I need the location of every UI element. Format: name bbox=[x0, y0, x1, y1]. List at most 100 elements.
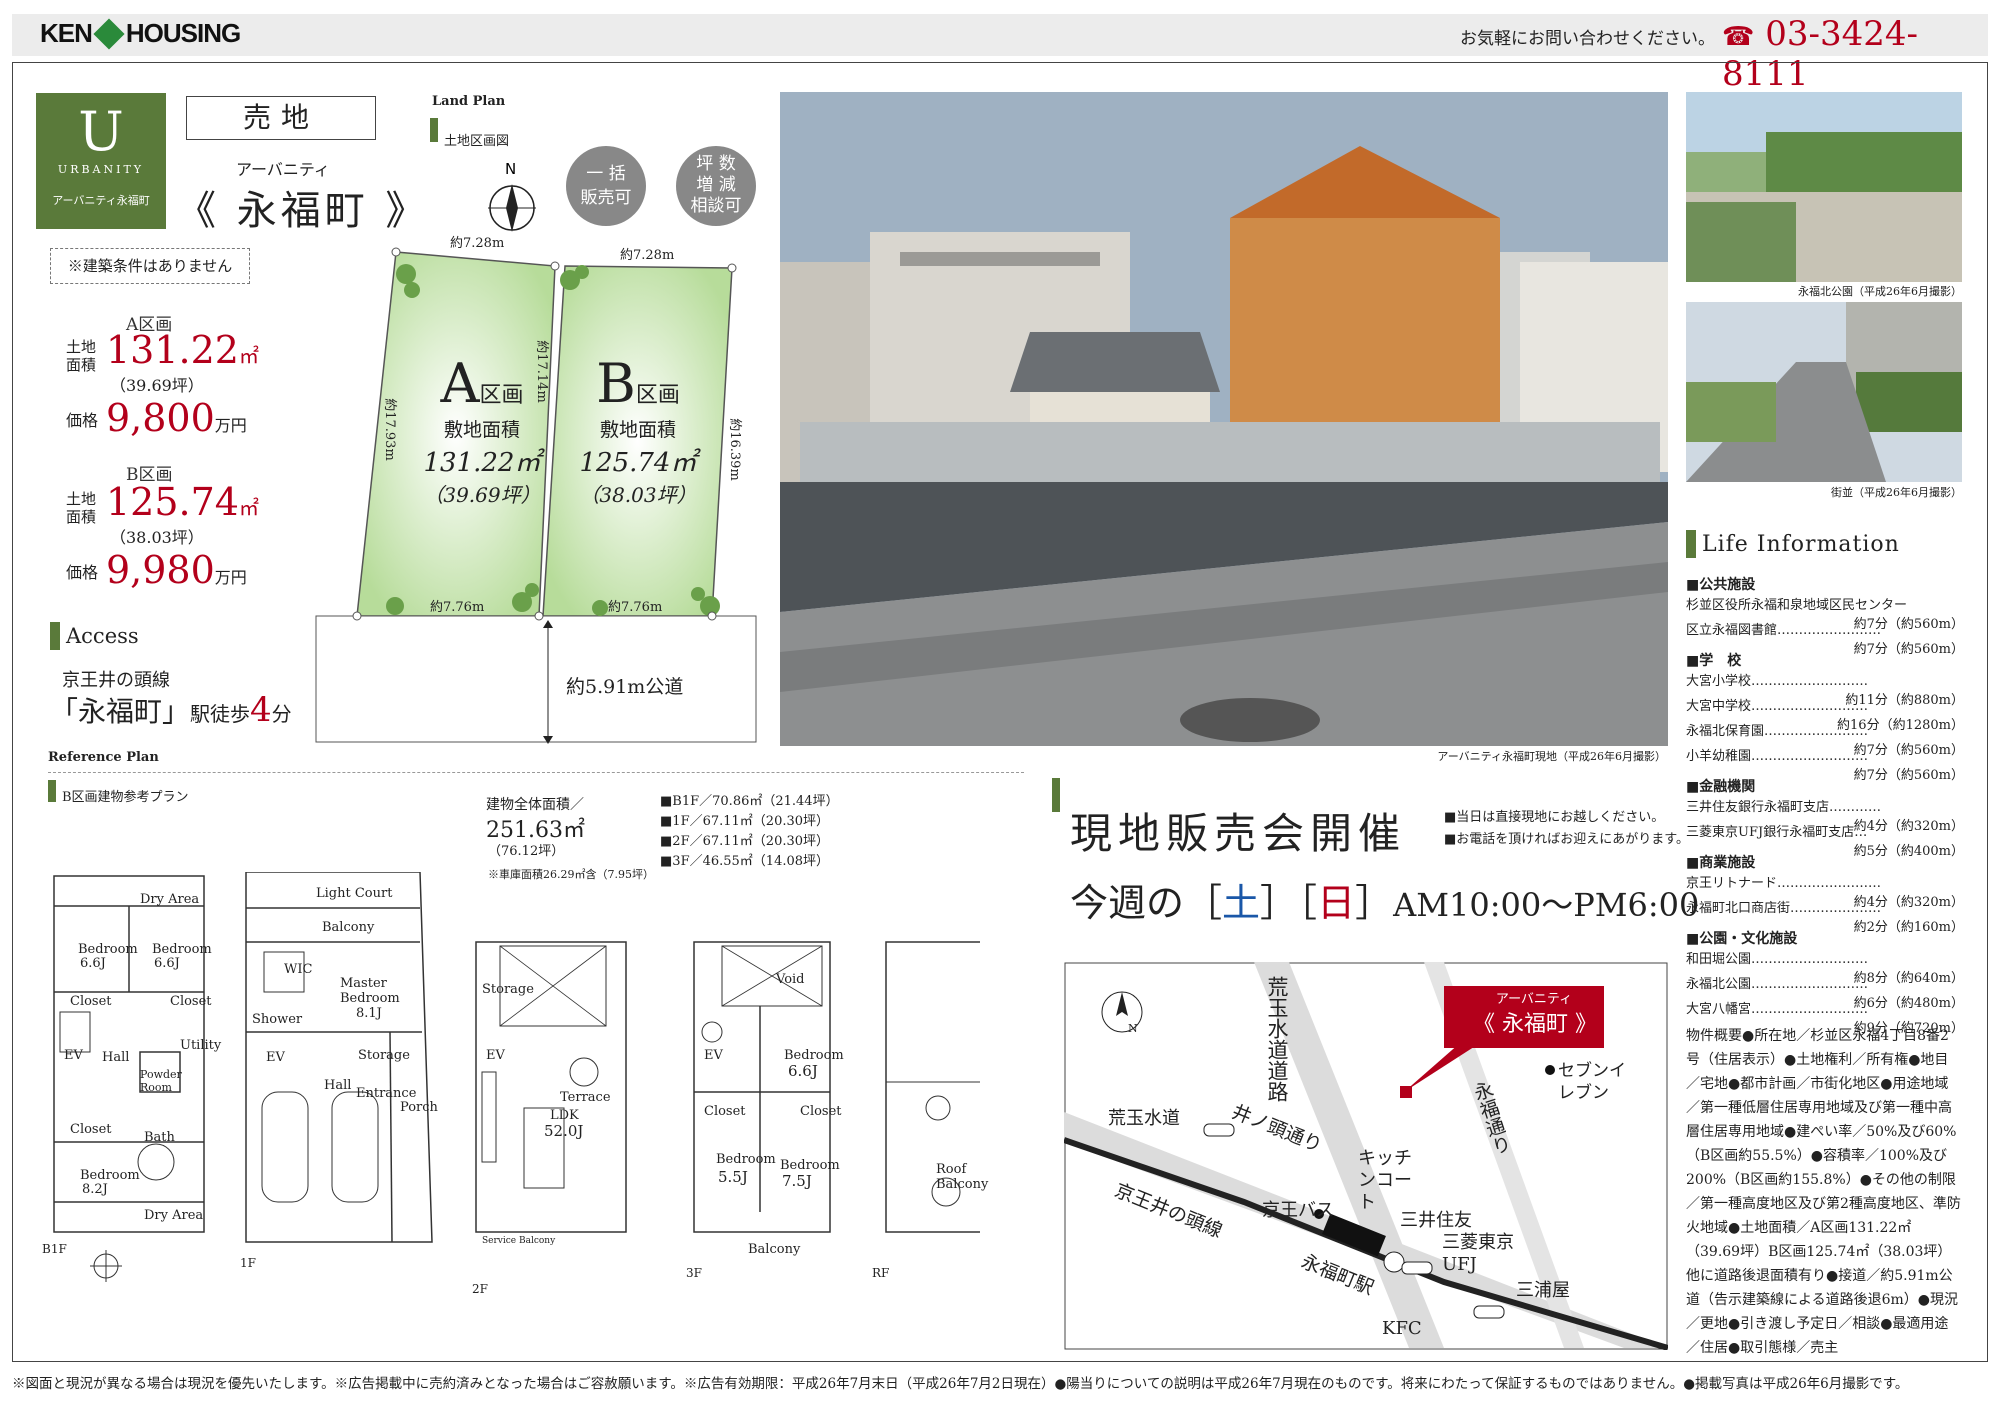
room-label: EV bbox=[486, 1048, 505, 1063]
reference-subheading: B区画建物参考プラン bbox=[62, 790, 189, 805]
map-label-kitchen-court: キッチンコート bbox=[1358, 1148, 1412, 1213]
room-label: Storage bbox=[358, 1048, 410, 1063]
ken-housing-logo[interactable]: KEN HOUSING bbox=[40, 18, 241, 50]
room-label: Service Balcony bbox=[482, 1236, 556, 1246]
room-label: Bedroom bbox=[152, 942, 212, 957]
life-group: ■公共施設 杉並区役所永福和泉地域区民センター 約7分（約560m） 区立永福図書… bbox=[1686, 577, 1964, 657]
room-label: EV bbox=[704, 1048, 723, 1063]
room-label: Void bbox=[776, 972, 805, 987]
reference-heading: Reference Plan bbox=[48, 750, 159, 765]
map-label-aratama: 荒玉水道 bbox=[1108, 1108, 1180, 1129]
urbanity-badge: U URBANITY アーバニティ永福町 bbox=[36, 93, 166, 229]
floor-plan-labels: Dry Area Bedroom 6.6J Bedroom 6.6J Close… bbox=[40, 872, 988, 1296]
life-heading: Life Information bbox=[1702, 532, 1900, 557]
room-label: Bedroom bbox=[80, 1168, 140, 1183]
room-label: Bedroom bbox=[780, 1158, 840, 1173]
room-label: Roof Balcony bbox=[936, 1162, 989, 1192]
life-group: ■金融機関 三井住友銀行永福町支店………… 約4分（約320m） 三菱東京UFJ銀… bbox=[1686, 779, 1964, 859]
dim-bottom-b: 約7.76m bbox=[608, 600, 663, 615]
map-label-smbc: 三井住友 bbox=[1400, 1210, 1472, 1231]
footer-disclaimer: ※図面と現況が異なる場合は現況を優先いたします。※広告掲載中に売約済みとなった場… bbox=[12, 1376, 1909, 1392]
street-photo bbox=[1686, 302, 1962, 482]
map-pin-ruby: アーバニティ bbox=[1495, 992, 1573, 1007]
room-label: Balcony bbox=[322, 920, 375, 935]
room-label: Storage bbox=[482, 982, 534, 997]
lot-a-label: A区画 敷地面積 131.22㎡ （39.69坪） bbox=[423, 352, 541, 507]
logo-diamond-icon bbox=[93, 18, 125, 50]
map-label-mufg: 三菱東京UFJ bbox=[1442, 1232, 1514, 1275]
access-heading: Access bbox=[66, 624, 139, 648]
dim-left-a: 約17.93m bbox=[381, 398, 397, 461]
room-label: Powder Room bbox=[140, 1068, 182, 1094]
floor-label: B1F bbox=[42, 1242, 67, 1256]
room-label: Closet bbox=[70, 1122, 112, 1137]
floor-label: RF bbox=[872, 1266, 890, 1280]
room-label: EV bbox=[266, 1050, 285, 1065]
room-label: EV bbox=[64, 1048, 83, 1063]
map-label-kfc: KFC bbox=[1382, 1318, 1422, 1339]
room-label: Dry Area bbox=[144, 1208, 204, 1223]
property-overview: 物件概要●所在地／杉並区永福4丁目8番2号（住居表示）●土地権利／所有権●地目／… bbox=[1686, 1028, 1961, 1356]
room-label: 52.0J bbox=[544, 1122, 584, 1140]
floor-area-item: ■1F／67.11㎡（20.30坪） bbox=[660, 814, 830, 829]
map-label-seven-eleven: セブンイレブン bbox=[1558, 1061, 1626, 1103]
map-label-keio-bus: 京王バス bbox=[1262, 1200, 1334, 1221]
lot-b-price-label: 価格 bbox=[66, 563, 99, 582]
park-photo bbox=[1686, 92, 1962, 282]
lot-a-area: 131.22㎡ bbox=[106, 328, 259, 372]
floor-area-item: ■3F／46.55㎡（14.08坪） bbox=[660, 854, 830, 869]
room-label: Porch bbox=[400, 1100, 438, 1115]
floor-area-item: ■2F／67.11㎡（20.30坪） bbox=[660, 834, 830, 849]
map-north-label: N bbox=[1128, 1022, 1138, 1035]
room-label: 8.2J bbox=[82, 1182, 108, 1197]
room-label: 8.1J bbox=[356, 1006, 382, 1021]
inquiry-text: お気軽にお問い合わせください。 bbox=[1460, 29, 1715, 49]
life-marker bbox=[1686, 530, 1696, 558]
room-label: 7.5J bbox=[782, 1172, 812, 1190]
landplan-heading: Land Plan bbox=[432, 94, 506, 109]
lot-a-tsubo: （39.69坪） bbox=[110, 376, 204, 395]
total-tsubo: （76.12坪） bbox=[488, 844, 565, 859]
site-photo-caption: アーバニティ永福町現地（平成26年6月撮影） bbox=[1437, 750, 1666, 763]
signal-icon bbox=[1473, 1305, 1505, 1319]
event-marker bbox=[1052, 778, 1060, 812]
room-label: Bedroom bbox=[78, 942, 138, 957]
life-group: ■商業施設 京王リトナード…………………… 約4分（約320m） 永福町北口商店街… bbox=[1686, 855, 1964, 935]
dim-top-a: 約7.28m bbox=[450, 236, 505, 251]
room-label: Hall bbox=[324, 1078, 352, 1093]
list-item: 杉並区役所永福和泉地域区民センター 約7分（約560m） bbox=[1686, 598, 1964, 632]
event-schedule: 今週の［土］［日］AM10:00～PM6:00 bbox=[1070, 881, 1700, 925]
dim-bottom-a: 約7.76m bbox=[430, 600, 485, 615]
event-note-2: ■お電話を頂ければお迎えにあがります。 bbox=[1444, 832, 1689, 847]
event-note-1: ■当日は直接現地にお越しください。 bbox=[1444, 810, 1665, 825]
signal-icon bbox=[1203, 1123, 1235, 1137]
site-photo bbox=[780, 92, 1668, 746]
floor-area-list: ■B1F／70.86㎡（21.44坪） ■1F／67.11㎡（20.30坪） ■… bbox=[660, 792, 839, 872]
lot-a-price: 9,800万円 bbox=[106, 396, 247, 440]
room-label: Light Court bbox=[316, 886, 393, 901]
room-label: Master Bedroom bbox=[340, 976, 400, 1006]
list-item: 大宮小学校……………………… 約11分（約880m） bbox=[1686, 674, 1964, 708]
dim-top-b: 約7.28m bbox=[620, 248, 675, 263]
map-pin-title: 《 永福町 》 bbox=[1473, 1012, 1597, 1037]
room-label: Closet bbox=[70, 994, 112, 1009]
floor-label: 2F bbox=[472, 1282, 488, 1296]
access-station: 「永福町」駅徒歩4分 bbox=[50, 690, 292, 730]
road-width-label: 約5.91m公道 bbox=[566, 676, 684, 698]
north-compass-icon bbox=[488, 184, 536, 232]
total-area-label: 建物全体面積／ bbox=[486, 797, 584, 813]
reference-marker bbox=[48, 780, 56, 802]
landplan-subheading: 土地区画図 bbox=[444, 134, 510, 149]
reference-divider bbox=[48, 772, 1024, 773]
room-label: 6.6J bbox=[154, 956, 180, 971]
room-label: 5.5J bbox=[718, 1168, 748, 1186]
room-label: WIC bbox=[284, 962, 313, 977]
landplan-marker bbox=[430, 118, 438, 142]
list-item: 三井住友銀行永福町支店………… 約4分（約320m） bbox=[1686, 800, 1964, 834]
lot-b-price: 9,980万円 bbox=[106, 548, 247, 592]
dim-right-b: 約16.39m bbox=[726, 418, 742, 481]
room-label: Shower bbox=[252, 1012, 303, 1027]
floor-label: 3F bbox=[686, 1266, 702, 1280]
room-label: Hall bbox=[102, 1050, 130, 1065]
lot-a-area-label: 土地 面積 bbox=[66, 338, 97, 374]
